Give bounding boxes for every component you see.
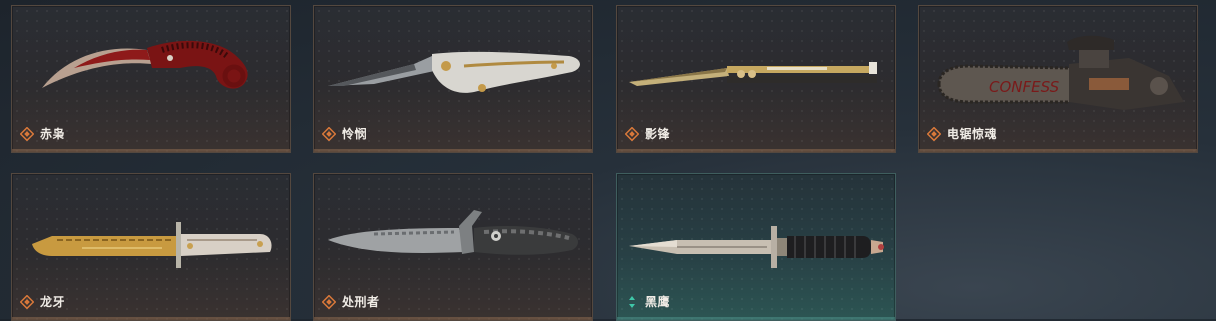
weapon-grid: 赤枭 怜悯 影锋 CONFESS 电锯惊魂 龙牙 处刑者 黑鹰 (0, 0, 1216, 321)
rarity-diamond-icon (625, 126, 639, 141)
item-name: 黑鹰 (645, 295, 671, 309)
item-name: 处刑者 (342, 295, 380, 309)
rarity-diamond-icon (20, 294, 34, 309)
rarity-diamond-icon (322, 294, 336, 309)
item-name: 怜悯 (342, 127, 368, 141)
item-label: 电锯惊魂 (927, 125, 997, 142)
rarity-arrows-icon (629, 295, 635, 308)
rarity-diamond-icon (20, 126, 34, 141)
dagger-knife-icon (629, 226, 884, 268)
rarity-diamond-icon (322, 126, 336, 141)
item-name: 赤枭 (40, 127, 66, 141)
decal-text: CONFESS (989, 78, 1060, 96)
item-name: 影锋 (645, 127, 671, 141)
weapon-card[interactable]: 怜悯 (313, 5, 593, 153)
weapon-card[interactable]: 黑鹰 (616, 173, 896, 321)
weapon-card[interactable]: 龙牙 (11, 173, 291, 321)
weapon-card[interactable]: 影锋 (616, 5, 896, 153)
item-label: 黑鹰 (625, 293, 670, 310)
item-label: 龙牙 (20, 293, 65, 310)
item-label: 影锋 (625, 125, 670, 142)
weapon-card[interactable]: 处刑者 (313, 173, 593, 321)
folding-knife-icon (328, 51, 580, 93)
chainsaw-icon: CONFESS (937, 35, 1184, 110)
item-name: 龙牙 (40, 295, 66, 309)
tactical-knife-icon (328, 210, 578, 255)
rarity-diamond-icon (927, 126, 941, 141)
bayonet-knife-icon (32, 222, 272, 268)
item-label: 怜悯 (322, 125, 367, 142)
item-name: 电锯惊魂 (947, 127, 998, 141)
item-label: 处刑者 (322, 293, 380, 310)
weapon-card[interactable]: 赤枭 (11, 5, 291, 153)
karambit-knife-icon (42, 40, 248, 89)
item-label: 赤枭 (20, 125, 65, 142)
weapon-card[interactable]: CONFESS 电锯惊魂 (918, 5, 1198, 153)
butterfly-knife-icon (629, 62, 877, 86)
